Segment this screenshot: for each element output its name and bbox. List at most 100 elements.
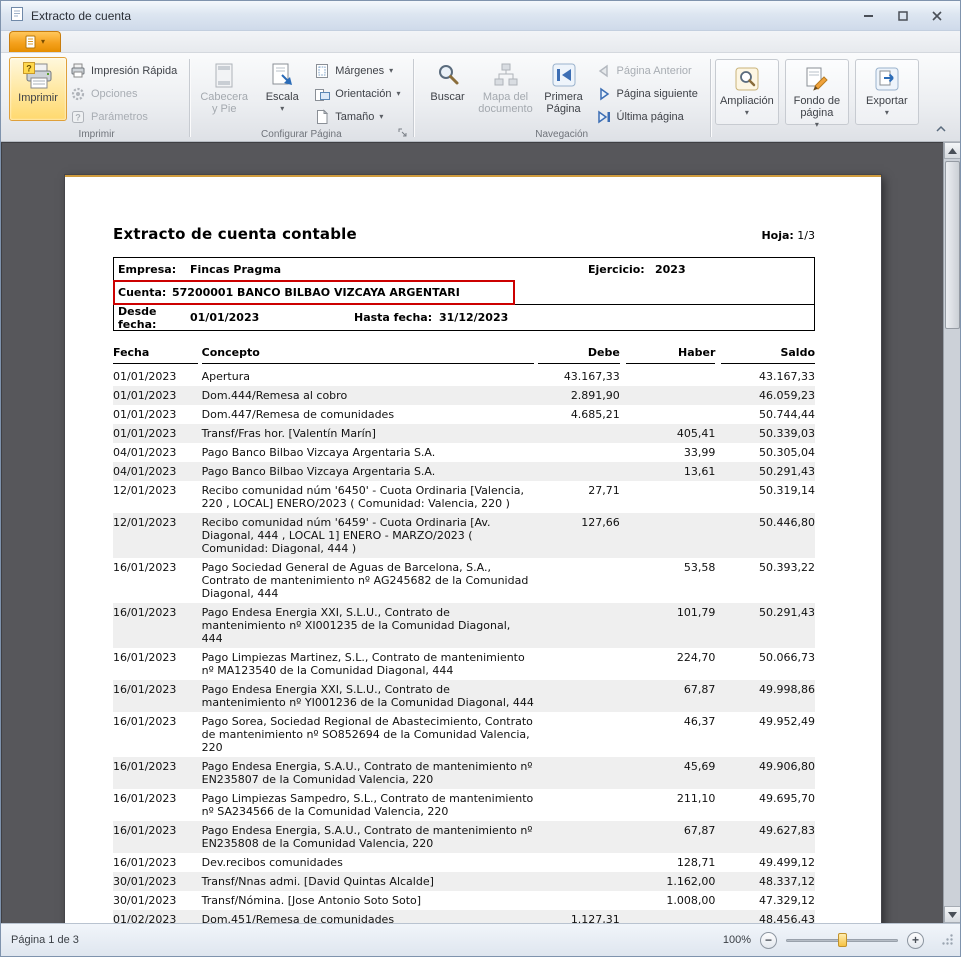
ampliacion-button[interactable]: Ampliación ▾ xyxy=(718,61,776,125)
cell-debe xyxy=(538,712,620,757)
cell-debe xyxy=(538,443,620,462)
cell-saldo: 48.456,43 xyxy=(721,910,815,923)
cell-haber: 33,99 xyxy=(626,443,716,462)
cell-debe: 1.127,31 xyxy=(538,910,620,923)
last-page-icon xyxy=(596,109,612,125)
zoom-icon xyxy=(734,66,760,93)
minimize-button[interactable] xyxy=(860,8,878,24)
imprimir-button[interactable]: ? Imprimir xyxy=(9,57,67,121)
cell-saldo: 49.627,83 xyxy=(721,821,815,853)
dialog-launcher-icon[interactable] xyxy=(397,127,409,139)
cell-saldo: 49.952,49 xyxy=(721,712,815,757)
zoom-in-button[interactable]: + xyxy=(907,932,924,949)
quick-print-icon xyxy=(70,63,86,79)
cell-concepto: Pago Endesa Energia XXI, S.L.U., Contrat… xyxy=(202,603,535,648)
escala-button[interactable]: Escala ▾ xyxy=(253,57,311,121)
chevron-down-icon: ▾ xyxy=(280,105,284,113)
group-label-navegacion: Navegación xyxy=(415,129,709,140)
table-row: 01/01/2023Dom.444/Remesa al cobro2.891,9… xyxy=(113,386,815,405)
first-page-icon xyxy=(551,62,577,89)
table-row: 16/01/2023Dev.recibos comunidades128,714… xyxy=(113,853,815,872)
cell-fecha: 30/01/2023 xyxy=(113,891,198,910)
scroll-down-button[interactable] xyxy=(944,906,960,923)
table-row: 01/01/2023Apertura43.167,3343.167,33 xyxy=(113,367,815,386)
svg-text:?: ? xyxy=(26,64,32,74)
cell-fecha: 16/01/2023 xyxy=(113,789,198,821)
printer-icon: ? xyxy=(23,62,53,90)
cell-debe xyxy=(538,648,620,680)
cell-debe xyxy=(538,757,620,789)
cell-concepto: Dom.447/Remesa de comunidades xyxy=(202,405,535,424)
chevron-down-icon: ▾ xyxy=(389,67,393,75)
cell-concepto: Pago Limpiezas Martinez, S.L., Contrato … xyxy=(202,648,535,680)
table-row: 30/01/2023Transf/Nnas admi. [David Quint… xyxy=(113,872,815,891)
scrollbar-thumb[interactable] xyxy=(945,161,960,329)
cell-haber: 1.008,00 xyxy=(626,891,716,910)
primera-pagina-button[interactable]: Primera Página xyxy=(535,57,593,121)
cell-saldo: 50.066,73 xyxy=(721,648,815,680)
table-row: 04/01/2023Pago Banco Bilbao Vizcaya Arge… xyxy=(113,443,815,462)
table-header-row: Fecha Concepto Debe Haber Saldo xyxy=(113,344,815,364)
table-row: 30/01/2023Transf/Nómina. [Jose Antonio S… xyxy=(113,891,815,910)
cell-haber xyxy=(626,513,716,558)
cabecera-y-pie-button: Cabecera y Pie xyxy=(195,57,253,121)
exportar-button[interactable]: Exportar ▾ xyxy=(858,61,916,125)
header-row-fechas: Desde fecha: 01/01/2023 Hasta fecha: 31/… xyxy=(114,305,814,330)
cell-concepto: Dom.451/Remesa de comunidades xyxy=(202,910,535,923)
column-header-saldo: Saldo xyxy=(721,344,815,364)
resize-grip[interactable] xyxy=(941,933,954,949)
group-ampliacion: Ampliación ▾ xyxy=(715,59,779,125)
cell-saldo: 49.998,86 xyxy=(721,680,815,712)
chevron-down-icon: ▾ xyxy=(379,113,383,121)
ejercicio-label: Ejercicio: xyxy=(588,263,655,276)
table-row: 16/01/2023Pago Endesa Energia XXI, S.L.U… xyxy=(113,680,815,712)
zoom-out-button[interactable]: − xyxy=(760,932,777,949)
app-menu-tab[interactable]: ▾ xyxy=(9,31,61,52)
column-header-debe: Debe xyxy=(538,344,620,364)
group-navegacion: Buscar Mapa del documento Primera Página… xyxy=(415,55,709,141)
cell-fecha: 16/01/2023 xyxy=(113,558,198,603)
group-fondo-de-pagina: Fondo de página ▾ xyxy=(785,59,849,125)
group-configurar-pagina: Cabecera y Pie Escala ▾ Márgenes ▾ Orien… xyxy=(191,55,411,141)
tamano-label: Tamaño xyxy=(335,111,374,123)
zoom-slider[interactable] xyxy=(786,931,898,949)
vertical-scrollbar[interactable] xyxy=(943,142,960,923)
desde-fecha-label: Desde fecha: xyxy=(118,305,190,331)
fondo-de-pagina-button[interactable]: Fondo de página ▾ xyxy=(788,61,846,132)
cell-haber xyxy=(626,367,716,386)
window-title: Extracto de cuenta xyxy=(31,9,131,23)
cell-debe xyxy=(538,680,620,712)
pagina-siguiente-button[interactable]: Página siguiente xyxy=(593,83,705,104)
table-row: 16/01/2023Pago Limpiezas Sampedro, S.L.,… xyxy=(113,789,815,821)
margenes-button[interactable]: Márgenes ▾ xyxy=(311,60,407,81)
imprimir-label: Imprimir xyxy=(18,92,58,104)
cell-fecha: 16/01/2023 xyxy=(113,603,198,648)
orientacion-button[interactable]: Orientación ▾ xyxy=(311,83,407,104)
print-preview-window: Extracto de cuenta ▾ xyxy=(0,0,961,957)
cell-fecha: 01/01/2023 xyxy=(113,367,198,386)
ribbon-collapse-button[interactable] xyxy=(932,122,950,136)
close-button[interactable] xyxy=(928,8,946,24)
svg-text:?: ? xyxy=(75,112,81,122)
chevron-down-icon: ▾ xyxy=(885,109,889,117)
restore-button[interactable] xyxy=(894,8,912,24)
cell-concepto: Pago Banco Bilbao Vizcaya Argentaria S.A… xyxy=(202,462,535,481)
ultima-pagina-button[interactable]: Última página xyxy=(593,106,705,127)
hasta-fecha-value: 31/12/2023 xyxy=(439,311,508,324)
sheet-counter: Hoja: 1/3 xyxy=(761,229,815,242)
cell-fecha: 12/01/2023 xyxy=(113,481,198,513)
cell-saldo: 50.339,03 xyxy=(721,424,815,443)
cell-debe xyxy=(538,853,620,872)
scroll-up-button[interactable] xyxy=(944,142,960,159)
cabecera-y-pie-label: Cabecera y Pie xyxy=(197,91,251,115)
cell-haber: 128,71 xyxy=(626,853,716,872)
document-icon xyxy=(25,35,38,49)
header-footer-icon xyxy=(211,62,237,89)
table-row: 16/01/2023Pago Limpiezas Martinez, S.L.,… xyxy=(113,648,815,680)
buscar-button[interactable]: Buscar xyxy=(419,57,477,121)
impresion-rapida-button[interactable]: Impresión Rápida xyxy=(67,60,184,81)
tamano-button[interactable]: Tamaño ▾ xyxy=(311,106,407,127)
previous-page-icon xyxy=(596,63,612,79)
zoom-slider-thumb[interactable] xyxy=(838,933,847,947)
cell-concepto: Pago Endesa Energia, S.A.U., Contrato de… xyxy=(202,821,535,853)
